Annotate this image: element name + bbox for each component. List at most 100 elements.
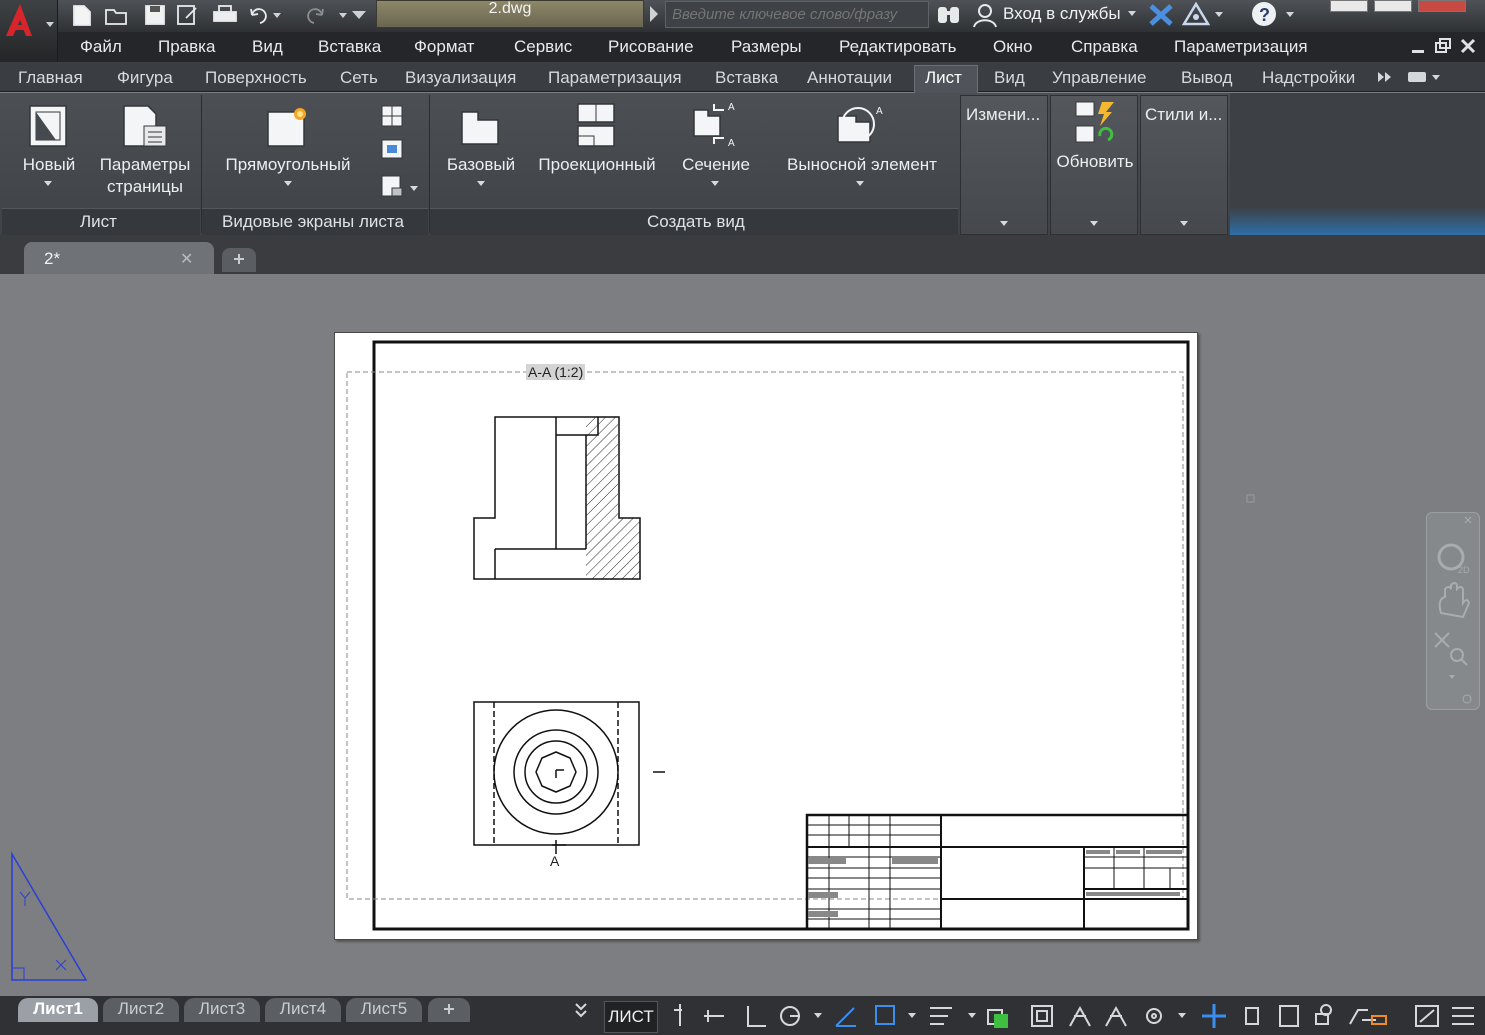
- chevron-down-icon[interactable]: [968, 1013, 976, 1018]
- exchange-x-icon[interactable]: [1148, 3, 1174, 27]
- save-as-icon[interactable]: [177, 5, 197, 25]
- tab-annotate[interactable]: Аннотации: [807, 68, 892, 88]
- chevron-down-icon[interactable]: [1180, 221, 1188, 226]
- tab-output[interactable]: Вывод: [1181, 68, 1232, 88]
- chevron-down-icon[interactable]: [284, 181, 292, 186]
- chevron-down-icon[interactable]: [711, 181, 719, 186]
- drawing-canvas[interactable]: [334, 332, 1198, 940]
- layout-tab-3[interactable]: Лист3: [184, 998, 260, 1022]
- detail-view-button[interactable]: Выносной элемент: [778, 154, 946, 176]
- close-window-button[interactable]: [1418, 0, 1466, 12]
- chevron-down-icon[interactable]: [477, 181, 485, 186]
- print-icon[interactable]: [213, 5, 237, 22]
- transparency-icon[interactable]: [987, 1009, 1008, 1028]
- application-menu-button[interactable]: [0, 0, 58, 62]
- rectangular-viewport-button[interactable]: Прямоугольный: [216, 154, 360, 176]
- new-layout-icon[interactable]: [28, 104, 70, 150]
- viewport-lock-icon[interactable]: [381, 175, 403, 197]
- menu-tools[interactable]: Сервис: [514, 37, 572, 57]
- chevron-down-icon[interactable]: [856, 181, 864, 186]
- save-icon[interactable]: [145, 5, 165, 25]
- chevron-down-icon[interactable]: [1090, 221, 1098, 226]
- chevron-down-icon[interactable]: [410, 186, 418, 191]
- chevron-down-icon[interactable]: [1449, 675, 1455, 679]
- viewport-clip-icon[interactable]: [381, 139, 403, 159]
- projected-view-icon[interactable]: [574, 102, 620, 150]
- maximize-window-button[interactable]: [1374, 0, 1412, 12]
- isolate-objects-icon[interactable]: [1349, 1009, 1387, 1025]
- ortho-icon[interactable]: [747, 1006, 766, 1027]
- tab-surface[interactable]: Поверхность: [205, 68, 307, 88]
- user-icon[interactable]: [972, 2, 998, 28]
- menu-view[interactable]: Вид: [252, 37, 283, 57]
- tab-layout[interactable]: Лист: [925, 68, 962, 88]
- new-tab-button[interactable]: [222, 248, 256, 272]
- tab-parametric[interactable]: Параметризация: [548, 68, 682, 88]
- close-document-icon[interactable]: [1460, 38, 1476, 54]
- page-setup-button[interactable]: Параметры страницы: [92, 154, 198, 198]
- minimize-document-icon[interactable]: [1412, 50, 1424, 53]
- zoom-extents-icon[interactable]: [1434, 632, 1468, 666]
- section-view-icon[interactable]: A A: [690, 100, 740, 150]
- update-view-icon[interactable]: [1074, 100, 1120, 148]
- chevron-down-icon[interactable]: [1128, 11, 1138, 19]
- base-view-icon[interactable]: [458, 108, 504, 148]
- model-paper-toggle[interactable]: ЛИСТ: [604, 1001, 658, 1033]
- menu-insert[interactable]: Вставка: [318, 37, 381, 57]
- status-expand-icon[interactable]: [574, 1002, 588, 1020]
- pan-hand-icon[interactable]: [1438, 582, 1471, 619]
- named-viewports-icon[interactable]: [381, 105, 403, 127]
- nav-settings-icon[interactable]: [1462, 694, 1472, 704]
- tab-home[interactable]: Главная: [18, 68, 83, 88]
- redo-icon[interactable]: [307, 8, 324, 24]
- menu-help[interactable]: Справка: [1071, 37, 1138, 57]
- menu-modify[interactable]: Редактировать: [839, 37, 956, 57]
- tab-solid[interactable]: Фигура: [117, 68, 173, 88]
- restore-document-icon[interactable]: [1435, 38, 1451, 53]
- menu-dimension[interactable]: Размеры: [731, 37, 802, 57]
- layout-tab-4[interactable]: Лист4: [265, 998, 341, 1022]
- more-tabs-icon[interactable]: [1378, 72, 1391, 82]
- annotation-monitor-icon[interactable]: [1202, 1004, 1226, 1028]
- menu-parametric[interactable]: Параметризация: [1174, 37, 1308, 57]
- layout-tab-1[interactable]: Лист1: [18, 998, 98, 1022]
- customize-menu-icon[interactable]: [1452, 1007, 1474, 1025]
- new-layout-button[interactable]: Новый: [14, 154, 84, 176]
- tab-mesh[interactable]: Сеть: [340, 68, 378, 88]
- help-icon[interactable]: ?: [1250, 1, 1300, 29]
- new-file-icon[interactable]: [73, 5, 91, 26]
- expand-arrow-icon[interactable]: [648, 6, 660, 22]
- layout-tab-2[interactable]: Лист2: [103, 998, 179, 1022]
- annotation-scale-icon[interactable]: [1069, 1005, 1091, 1027]
- tab-view[interactable]: Вид: [994, 68, 1025, 88]
- open-file-icon[interactable]: [105, 9, 127, 25]
- page-setup-icon[interactable]: [122, 104, 168, 150]
- section-view-button[interactable]: Сечение: [674, 154, 758, 176]
- snap-icon[interactable]: [704, 1010, 724, 1022]
- viewport-grip-icon[interactable]: [1246, 494, 1256, 504]
- update-view-button[interactable]: Обновить: [1052, 151, 1138, 173]
- close-tab-icon[interactable]: ✕: [180, 249, 193, 269]
- menu-window[interactable]: Окно: [993, 37, 1033, 57]
- tab-addins[interactable]: Надстройки: [1262, 68, 1355, 88]
- tab-insert[interactable]: Вставка: [715, 68, 778, 88]
- layout-tab-5[interactable]: Лист5: [346, 998, 422, 1022]
- lineweight-icon[interactable]: [930, 1007, 952, 1025]
- search-input[interactable]: [666, 2, 928, 27]
- menu-edit[interactable]: Правка: [158, 37, 215, 57]
- lock-ui-icon[interactable]: [1315, 1004, 1332, 1025]
- tab-render[interactable]: Визуализация: [405, 68, 516, 88]
- menu-format[interactable]: Формат: [414, 37, 474, 57]
- autodesk-a360-icon[interactable]: [1181, 1, 1226, 28]
- isodraft-icon[interactable]: [835, 1007, 856, 1027]
- chevron-down-icon[interactable]: [814, 1013, 822, 1018]
- menu-draw[interactable]: Рисование: [608, 37, 694, 57]
- selection-cycling-icon[interactable]: [1031, 1005, 1053, 1027]
- annotation-visibility-icon[interactable]: [1105, 1005, 1127, 1027]
- chevron-down-icon[interactable]: [1000, 221, 1008, 226]
- units-icon[interactable]: [1245, 1007, 1259, 1025]
- chevron-down-icon[interactable]: [44, 181, 52, 186]
- workspace-gear-icon[interactable]: [1146, 1008, 1162, 1024]
- steering-wheel-icon[interactable]: 2D: [1437, 543, 1470, 575]
- minimize-window-button[interactable]: [1330, 0, 1368, 12]
